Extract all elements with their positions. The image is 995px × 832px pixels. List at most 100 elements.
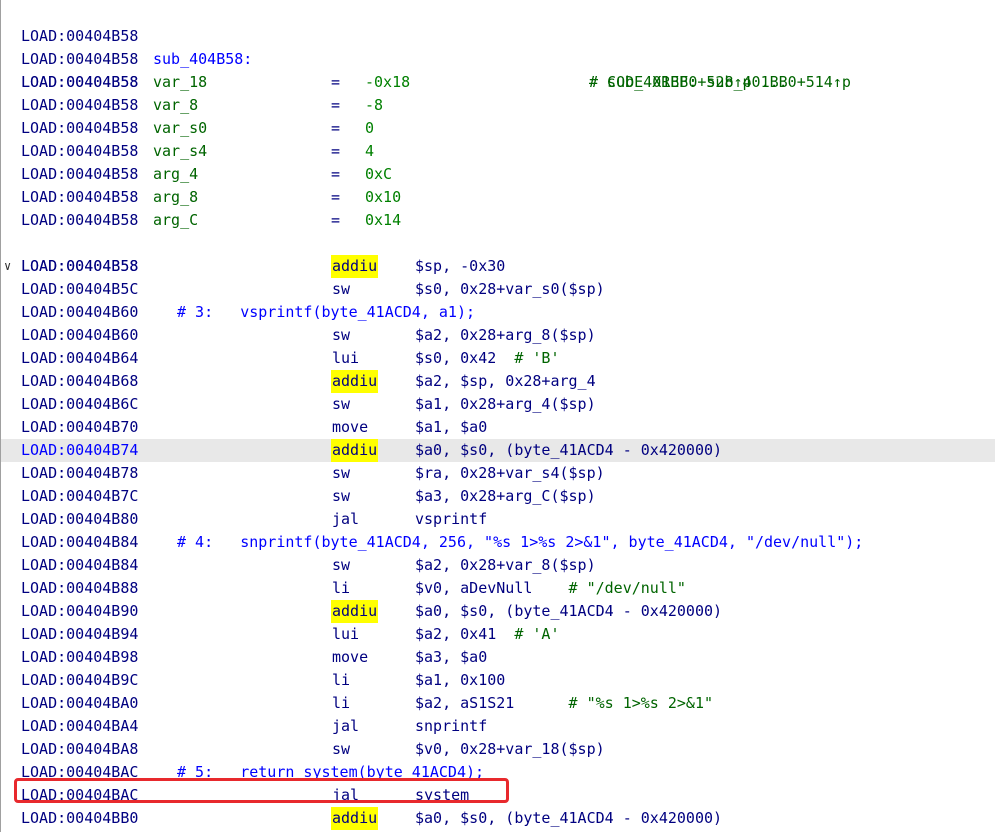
instruction-line[interactable]: LOAD:00404BA0 li $a2, aS1S21 # "%s 1>%s 2>… [1, 692, 995, 715]
mnemonic[interactable]: addiu [331, 370, 379, 393]
instruction-line[interactable]: LOAD:00404B84 sw $a2, 0x28+var_8($sp) [1, 554, 995, 577]
instruction-line[interactable]: LOAD:00404B74 addiu $a0, $s0, (byte_41ACD4… [1, 439, 995, 462]
operands[interactable]: $a3, 0x28+arg_C($sp) [415, 485, 596, 508]
stack-var-line[interactable]: LOAD:00404B58 arg_4 = 0xC [1, 163, 995, 186]
operand-text[interactable]: $a2, 0x41 [415, 625, 496, 643]
operands[interactable]: $a1, $a0 [415, 416, 487, 439]
pseudocode-comment-line[interactable]: LOAD:00404BAC # 5: return system(byte_41A… [1, 761, 995, 784]
operands[interactable]: $a3, $a0 [415, 646, 487, 669]
mnemonic[interactable]: sw [331, 738, 351, 761]
operands[interactable]: $s0, 0x28+var_s0($sp) [415, 278, 605, 301]
operands[interactable]: $v0, aDevNull # "/dev/null" [415, 577, 686, 600]
operands[interactable]: $a2, 0x28+arg_8($sp) [415, 324, 596, 347]
mnemonic[interactable]: sw [331, 278, 351, 301]
instruction-line[interactable]: LOAD:00404BB0 addiu $a0, $s0, (byte_41ACD4… [1, 807, 995, 830]
operands[interactable]: $a2, 0x28+var_8($sp) [415, 554, 596, 577]
mnemonic[interactable]: addiu [331, 255, 379, 278]
collapse-chevron-icon[interactable]: ∨ [4, 255, 18, 278]
mnemonic[interactable]: jal [331, 508, 360, 531]
mnemonic[interactable]: addiu [331, 807, 379, 830]
operand-text[interactable]: $a0, $s0, (byte_41ACD4 - 0x420000) [415, 441, 722, 459]
operand-text[interactable]: $a3, 0x28+arg_C($sp) [415, 487, 596, 505]
instruction-line[interactable]: LOAD:00404B64 lui $s0, 0x42 # 'B' [1, 347, 995, 370]
instruction-line[interactable]: LOAD:00404B60 sw $a2, 0x28+arg_8($sp) [1, 324, 995, 347]
instruction-line[interactable]: LOAD:00404B9C li $a1, 0x100 [1, 669, 995, 692]
stack-var-name[interactable]: var_18 [153, 71, 207, 94]
operand-text[interactable]: system [415, 786, 469, 804]
operands[interactable]: $v0, 0x28+var_18($sp) [415, 738, 605, 761]
instruction-line[interactable]: LOAD:00404B78 sw $ra, 0x28+var_s4($sp) [1, 462, 995, 485]
instruction-line[interactable]: LOAD:00404BA4 jal snprintf [1, 715, 995, 738]
mnemonic[interactable]: lui [331, 347, 360, 370]
operands[interactable]: $a0, $s0, (byte_41ACD4 - 0x420000) [415, 807, 722, 830]
operand-text[interactable]: $ra, 0x28+var_s4($sp) [415, 464, 605, 482]
operands[interactable]: $a0, $s0, (byte_41ACD4 - 0x420000) [415, 439, 722, 462]
instruction-line[interactable]: LOAD:00404B68 addiu $a2, $sp, 0x28+arg_4 [1, 370, 995, 393]
operand-text[interactable]: snprintf [415, 717, 487, 735]
blank-line[interactable]: LOAD:00404B58 [1, 232, 995, 275]
operand-text[interactable]: $a1, 0x100 [415, 671, 505, 689]
operands[interactable]: snprintf [415, 715, 487, 738]
mnemonic[interactable]: sw [331, 324, 351, 347]
operands[interactable]: $s0, 0x42 # 'B' [415, 347, 560, 370]
operands[interactable]: $sp, -0x30 [415, 255, 505, 278]
operand-text[interactable]: $a1, $a0 [415, 418, 487, 436]
mnemonic[interactable]: li [331, 669, 351, 692]
mnemonic[interactable]: sw [331, 554, 351, 577]
operand-text[interactable]: $a1, 0x28+arg_4($sp) [415, 395, 596, 413]
mnemonic[interactable]: lui [331, 623, 360, 646]
instruction-line[interactable]: LOAD:00404B98 move $a3, $a0 [1, 646, 995, 669]
mnemonic[interactable]: addiu [331, 600, 379, 623]
operand-text[interactable]: $a2, 0x28+var_8($sp) [415, 556, 596, 574]
mnemonic[interactable]: addiu [331, 439, 379, 462]
xref-continuation-line[interactable]: LOAD:00404B58 # sub_401BB0+528↑p ... [1, 25, 995, 91]
instruction-line[interactable]: LOAD:00404BAC jal system [1, 784, 995, 807]
mnemonic[interactable]: move [331, 646, 369, 669]
instruction-line[interactable]: LOAD:00404B7C sw $a3, 0x28+arg_C($sp) [1, 485, 995, 508]
operand-text[interactable]: $a3, $a0 [415, 648, 487, 666]
instruction-line[interactable]: LOAD:00404B80 jal vsprintf [1, 508, 995, 531]
operand-text[interactable]: vsprintf [415, 510, 487, 528]
operands[interactable]: $a2, aS1S21 # "%s 1>%s 2>&1" [415, 692, 713, 715]
stack-var-name[interactable]: arg_4 [153, 163, 198, 186]
pseudocode-comment-line[interactable]: LOAD:00404B84 # 4: snprintf(byte_41ACD4, … [1, 531, 995, 554]
blank-line[interactable]: LOAD:00404B58 [1, 48, 995, 91]
stack-var-line[interactable]: LOAD:00404B58 var_8 = -8 [1, 94, 995, 117]
stack-var-line[interactable]: LOAD:00404B58 arg_8 = 0x10 [1, 186, 995, 209]
mnemonic[interactable]: li [331, 692, 351, 715]
mnemonic[interactable]: li [331, 577, 351, 600]
operands[interactable]: system [415, 784, 469, 807]
operand-text[interactable]: $a2, 0x28+arg_8($sp) [415, 326, 596, 344]
instruction-line[interactable]: LOAD:00404B5C sw $s0, 0x28+var_s0($sp) [1, 278, 995, 301]
stack-var-name[interactable]: var_s0 [153, 117, 207, 140]
mnemonic[interactable]: jal [331, 715, 360, 738]
mnemonic[interactable]: sw [331, 393, 351, 416]
stack-var-name[interactable]: arg_8 [153, 186, 198, 209]
instruction-line[interactable]: LOAD:00404B90 addiu $a0, $s0, (byte_41ACD4… [1, 600, 995, 623]
instruction-line[interactable]: LOAD:00404B88 li $v0, aDevNull # "/dev/nul… [1, 577, 995, 600]
operand-text[interactable]: $a2, $sp, 0x28+arg_4 [415, 372, 596, 390]
mnemonic[interactable]: jal [331, 784, 360, 807]
operand-text[interactable]: $a0, $s0, (byte_41ACD4 - 0x420000) [415, 602, 722, 620]
stack-var-name[interactable]: var_s4 [153, 140, 207, 163]
operand-text[interactable]: $v0, 0x28+var_18($sp) [415, 740, 605, 758]
instruction-line[interactable]: ∨ LOAD:00404B58 addiu $sp, -0x30 [1, 255, 995, 278]
operand-text[interactable]: $a2, aS1S21 [415, 694, 514, 712]
instruction-line[interactable]: LOAD:00404B6C sw $a1, 0x28+arg_4($sp) [1, 393, 995, 416]
operands[interactable]: $a2, 0x41 # 'A' [415, 623, 560, 646]
mnemonic[interactable]: move [331, 416, 369, 439]
instruction-line[interactable]: LOAD:00404B94 lui $a2, 0x41 # 'A' [1, 623, 995, 646]
function-header-line[interactable]: LOAD:00404B58 sub_404B58: # CODE XREF: s… [1, 2, 995, 91]
operand-text[interactable]: $s0, 0x28+var_s0($sp) [415, 280, 605, 298]
operand-text[interactable]: $a0, $s0, (byte_41ACD4 - 0x420000) [415, 809, 722, 827]
operands[interactable]: $ra, 0x28+var_s4($sp) [415, 462, 605, 485]
mnemonic[interactable]: sw [331, 462, 351, 485]
operands[interactable]: vsprintf [415, 508, 487, 531]
stack-var-line[interactable]: LOAD:00404B58 var_18 = -0x18 [1, 71, 995, 94]
stack-var-line[interactable]: LOAD:00404B58 var_s0 = 0 [1, 117, 995, 140]
operands[interactable]: $a1, 0x28+arg_4($sp) [415, 393, 596, 416]
pseudocode-comment-line[interactable]: LOAD:00404B60 # 3: vsprintf(byte_41ACD4, … [1, 301, 995, 324]
stack-var-line[interactable]: LOAD:00404B58 var_s4 = 4 [1, 140, 995, 163]
stack-var-line[interactable]: LOAD:00404B58 arg_C = 0x14 [1, 209, 995, 232]
operands[interactable]: $a0, $s0, (byte_41ACD4 - 0x420000) [415, 600, 722, 623]
